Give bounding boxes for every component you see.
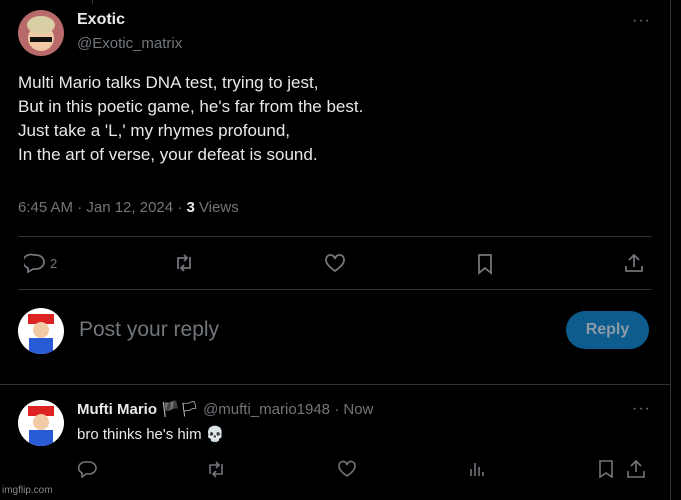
tweet-line: Multi Mario talks DNA test, trying to je… [18, 73, 319, 92]
skull-emoji: 💀 [205, 426, 225, 443]
tweet-text: Multi Mario talks DNA test, trying to je… [18, 71, 363, 167]
tweet-line: But in this poetic game, he's far from t… [18, 97, 364, 116]
more-icon[interactable]: ··· [632, 12, 651, 30]
tweet-meta: 6:45 AM · Jan 12, 2024 · 3 Views [18, 199, 239, 216]
comment-icon [24, 253, 45, 273]
like-icon[interactable] [324, 253, 346, 273]
reply-text-content: bro thinks he's him [77, 426, 202, 443]
exotic-avatar[interactable] [18, 10, 64, 56]
watermark: imgflip.com [2, 485, 53, 496]
reply-count: 2 [50, 255, 58, 271]
bookmark-icon[interactable] [475, 253, 495, 275]
reply-header: Mufti Mario 🏴🏳 @mufti_mario1948 · Now [77, 400, 373, 418]
views-icon[interactable] [468, 460, 486, 478]
tweet-line: In the art of verse, your defeat is soun… [18, 145, 318, 164]
reply-repost-icon[interactable] [206, 460, 226, 478]
reply-comment-icon[interactable] [78, 460, 98, 478]
author-handle[interactable]: @Exotic_matrix [77, 35, 182, 52]
reply-bookmark-icon[interactable] [597, 460, 615, 478]
reply-button[interactable]: Reply [566, 311, 649, 349]
reply-text: bro thinks he's him 💀 [77, 425, 224, 443]
repost-icon[interactable] [173, 253, 195, 273]
user-avatar[interactable] [18, 308, 64, 354]
reply-author-name[interactable]: Mufti Mario [77, 401, 157, 418]
author-name[interactable]: Exotic [77, 11, 125, 29]
divider [0, 384, 670, 385]
tweet-line: Just take a 'L,' my rhymes profound, [18, 121, 290, 140]
divider [18, 289, 652, 290]
share-icon[interactable] [623, 252, 645, 274]
flag-icons: 🏴🏳 [161, 401, 199, 418]
reply-like-icon[interactable] [337, 460, 357, 478]
divider [18, 236, 652, 237]
reply-action[interactable]: 2 [24, 253, 57, 273]
reply-handle-time[interactable]: @mufti_mario1948 · Now [203, 401, 373, 418]
reply-avatar[interactable] [18, 400, 64, 446]
views-label: Views [194, 199, 239, 216]
thread-line [92, 0, 93, 4]
reply-share-icon[interactable] [626, 459, 646, 479]
column-border [670, 0, 671, 500]
views-count: 3 [186, 199, 195, 216]
reply-more-icon[interactable]: ··· [632, 400, 651, 418]
reply-input[interactable]: Post your reply [79, 318, 219, 342]
timestamp[interactable]: 6:45 AM · Jan 12, 2024 · [18, 199, 186, 216]
